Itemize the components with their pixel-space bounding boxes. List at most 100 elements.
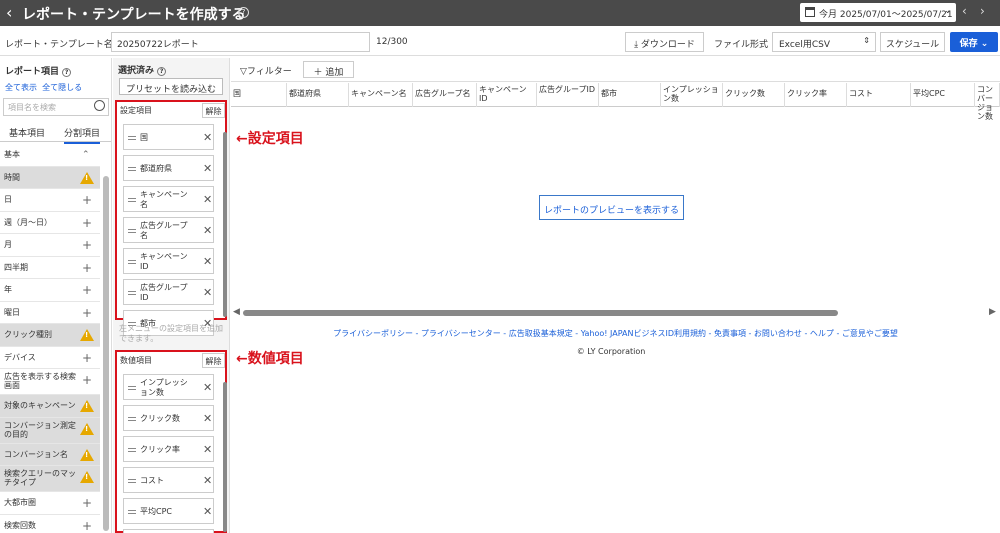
column-header[interactable]: 平均CPC <box>911 83 975 107</box>
drag-handle-icon[interactable] <box>128 479 136 483</box>
scrollbar[interactable] <box>223 132 227 317</box>
list-item[interactable]: 検索クエリーのマッチタイプ! <box>0 466 100 492</box>
list-item[interactable]: 曜日 + <box>0 302 100 324</box>
selected-chip[interactable]: コンバージョン数✕ <box>123 529 214 533</box>
close-icon[interactable]: ✕ <box>203 443 212 456</box>
prev-period-icon[interactable]: ‹ <box>962 4 967 18</box>
drag-handle-icon[interactable] <box>128 260 136 264</box>
plus-icon[interactable]: + <box>82 261 92 275</box>
column-header[interactable]: コスト <box>847 83 911 107</box>
drag-handle-icon[interactable] <box>128 198 136 202</box>
column-header[interactable]: インプレッション数 <box>661 83 723 107</box>
next-period-icon[interactable]: › <box>980 4 985 18</box>
drag-handle-icon[interactable] <box>128 510 136 514</box>
drag-handle-icon[interactable] <box>128 448 136 452</box>
selected-chip[interactable]: 広告グループ名 ✕ <box>123 217 214 243</box>
tab-basic-items[interactable]: 基本項目 <box>9 126 45 139</box>
schedule-button[interactable]: スケジュール <box>880 32 945 52</box>
hide-all-link[interactable]: 全て隠しる <box>42 83 82 92</box>
drag-handle-icon[interactable] <box>128 291 136 295</box>
column-header[interactable]: コンバージョン数 <box>975 83 1000 121</box>
plus-icon[interactable]: + <box>82 238 92 252</box>
load-preset-button[interactable]: プリセットを読み込む <box>119 78 223 95</box>
list-item[interactable]: デバイス + <box>0 347 100 369</box>
close-icon[interactable]: ✕ <box>203 193 212 206</box>
plus-icon[interactable]: + <box>82 283 92 297</box>
plus-icon[interactable]: + <box>82 216 92 230</box>
chevron-up-icon[interactable]: ⌃ <box>82 150 90 160</box>
list-item[interactable]: コンバージョン測定の目的! <box>0 417 100 444</box>
category-header[interactable]: 基本 ⌃ <box>0 144 100 167</box>
list-item[interactable]: 週（月〜日） + <box>0 212 100 234</box>
column-header[interactable]: クリック率 <box>785 83 847 107</box>
column-header[interactable]: 国 <box>231 83 287 107</box>
horizontal-scrollbar[interactable] <box>243 310 838 316</box>
template-name-input[interactable]: 20250722レポート <box>111 32 370 52</box>
selected-chip[interactable]: キャンペーンID ✕ <box>123 248 214 274</box>
tab-split-items[interactable]: 分割項目 <box>64 126 101 144</box>
download-button[interactable]: ⤓ ダウンロード <box>625 32 704 52</box>
help-icon[interactable]: ? <box>238 7 249 18</box>
selected-chip[interactable]: キャンペーン名 ✕ <box>123 186 214 212</box>
list-item[interactable]: 日 + <box>0 189 100 212</box>
back-chevron-icon[interactable]: ‹ <box>6 3 12 22</box>
selected-chip[interactable]: 国 ✕ <box>123 124 214 150</box>
plus-icon[interactable]: + <box>82 306 92 320</box>
list-item[interactable]: 年 + <box>0 279 100 302</box>
selected-chip[interactable]: クリック率 ✕ <box>123 436 214 462</box>
close-icon[interactable]: ✕ <box>203 255 212 268</box>
close-icon[interactable]: ✕ <box>203 162 212 175</box>
close-icon[interactable]: ✕ <box>203 224 212 237</box>
selected-chip[interactable]: 広告グループID ✕ <box>123 279 214 305</box>
drag-handle-icon[interactable] <box>128 386 136 390</box>
column-header[interactable]: 都市 <box>599 83 661 107</box>
list-item[interactable]: 対象のキャンペーン! <box>0 395 100 418</box>
search-icon[interactable] <box>94 100 105 111</box>
drag-handle-icon[interactable] <box>128 229 136 233</box>
column-header[interactable]: 広告グループ名 <box>413 83 477 107</box>
close-icon[interactable]: ✕ <box>203 131 212 144</box>
close-icon[interactable]: ✕ <box>203 412 212 425</box>
add-filter-button[interactable]: ＋ 追加 <box>303 61 354 78</box>
selected-chip[interactable]: 都道府県 ✕ <box>123 155 214 181</box>
save-button[interactable]: 保存 ⌄ <box>950 32 998 52</box>
list-item[interactable]: 月 + <box>0 234 100 257</box>
scrollbar[interactable] <box>223 382 227 532</box>
close-icon[interactable]: ✕ <box>203 286 212 299</box>
item-search-input[interactable]: 項目名を検索 <box>3 98 109 116</box>
list-item[interactable]: 四半期 + <box>0 257 100 279</box>
drag-handle-icon[interactable] <box>128 167 136 171</box>
close-icon[interactable]: ✕ <box>203 474 212 487</box>
selected-chip[interactable]: 平均CPC ✕ <box>123 498 214 524</box>
plus-icon[interactable]: + <box>82 496 92 510</box>
clear-metric-button[interactable]: 解除 <box>202 353 225 368</box>
scroll-left-icon[interactable]: ◀ <box>233 307 240 317</box>
column-header[interactable]: クリック数 <box>723 83 785 107</box>
column-header[interactable]: キャンペーン名 <box>349 83 413 107</box>
list-item[interactable]: 大都市圏 + <box>0 492 100 515</box>
clear-setting-button[interactable]: 解除 <box>202 103 225 118</box>
selected-chip[interactable]: インプレッション数 ✕ <box>123 374 214 400</box>
plus-icon[interactable]: + <box>82 351 92 365</box>
close-icon[interactable]: ✕ <box>203 505 212 518</box>
plus-icon[interactable]: + <box>82 373 92 387</box>
list-item[interactable]: コンバージョン名! <box>0 443 100 466</box>
plus-icon[interactable]: + <box>82 519 92 533</box>
list-item[interactable]: 広告を表示する検索画面 + <box>0 369 100 395</box>
list-item[interactable]: クリック種別! <box>0 324 100 347</box>
drag-handle-icon[interactable] <box>128 136 136 140</box>
show-preview-button[interactable]: レポートのプレビューを表示する <box>539 195 684 220</box>
list-item[interactable]: 検索回数 + <box>0 515 100 533</box>
selected-chip[interactable]: クリック数 ✕ <box>123 405 214 431</box>
selected-chip[interactable]: コスト ✕ <box>123 467 214 493</box>
scrollbar[interactable] <box>103 176 109 531</box>
show-all-link[interactable]: 全て表示 <box>5 83 37 92</box>
date-range-picker[interactable]: 今月 2025/07/01〜2025/07/21 ⌄ <box>800 3 956 22</box>
column-header[interactable]: 広告グループID <box>537 83 599 107</box>
column-header[interactable]: キャンペーンID <box>477 83 537 107</box>
scroll-right-icon[interactable]: ▶ <box>989 307 996 317</box>
drag-handle-icon[interactable] <box>128 417 136 421</box>
plus-icon[interactable]: + <box>82 193 92 207</box>
close-icon[interactable]: ✕ <box>203 381 212 394</box>
list-item[interactable]: 時間! <box>0 166 100 189</box>
